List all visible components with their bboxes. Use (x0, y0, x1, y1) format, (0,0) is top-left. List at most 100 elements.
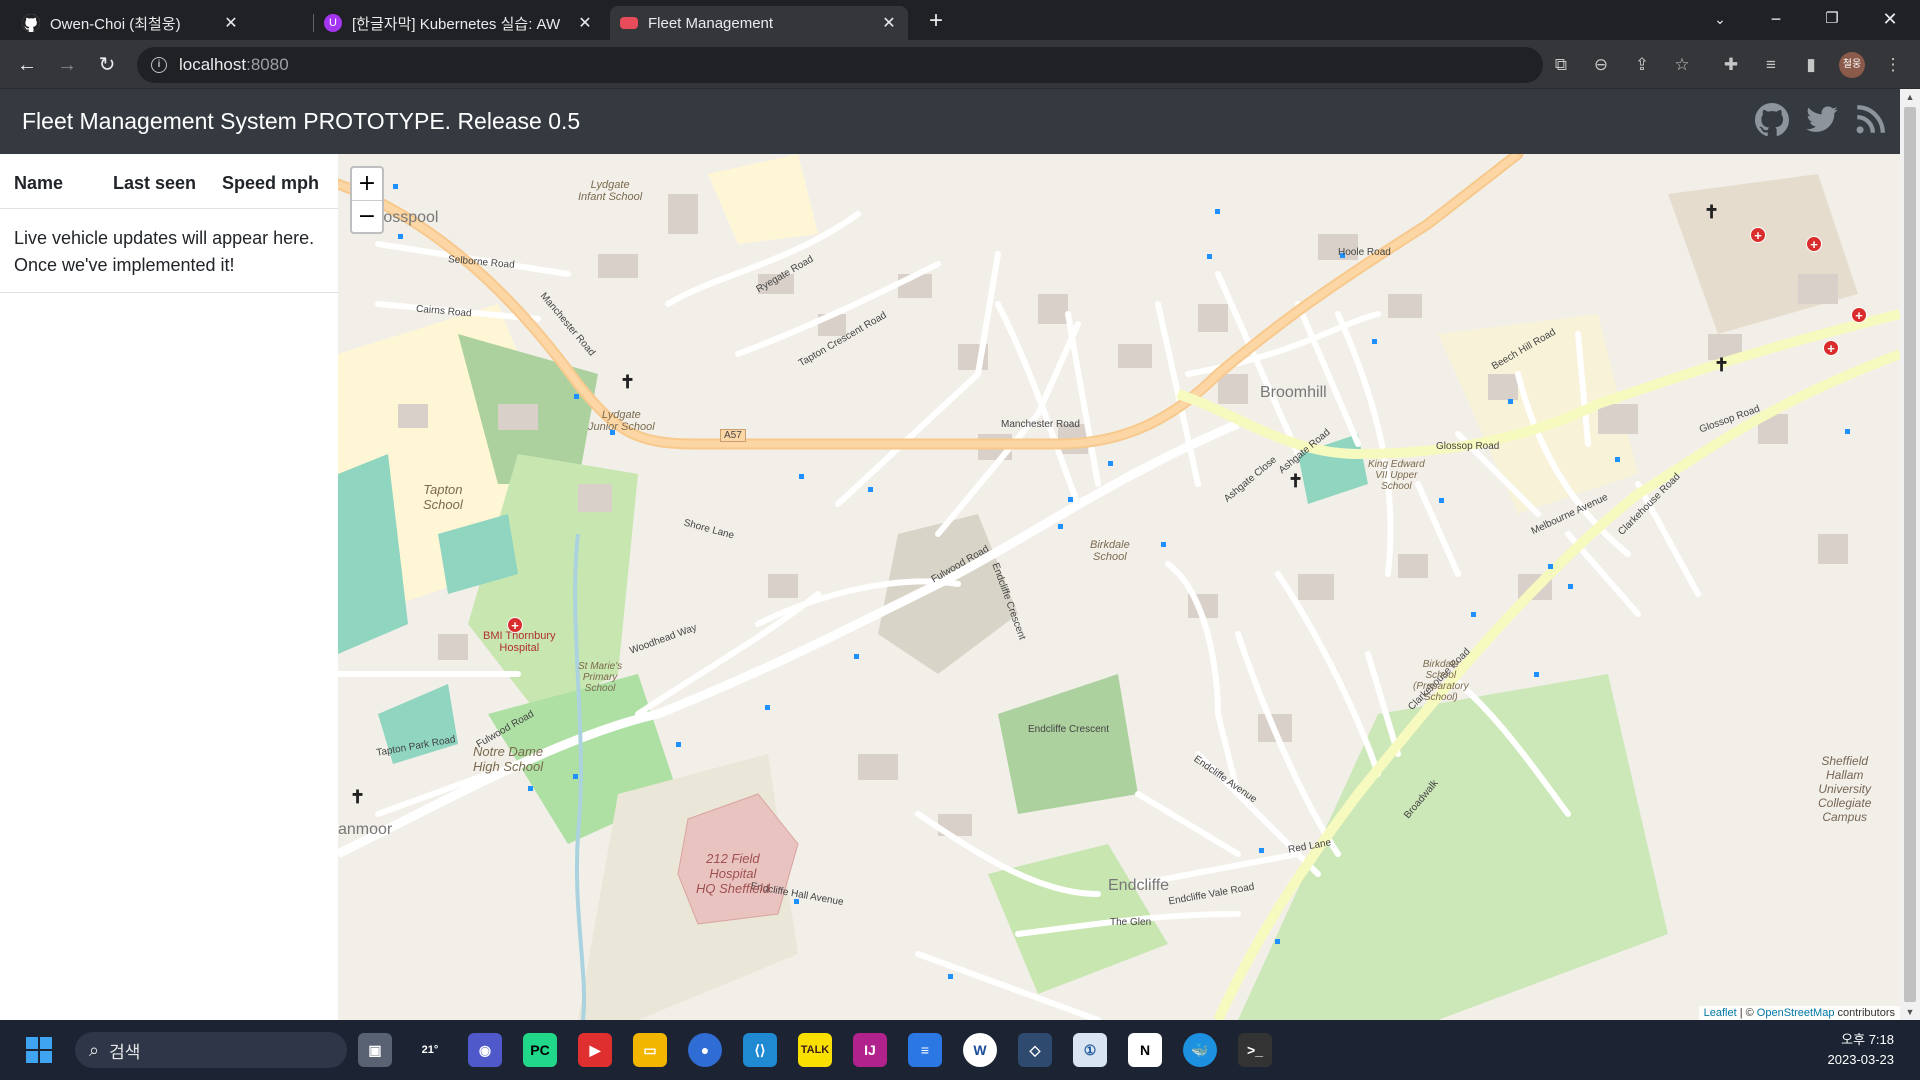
map-label-ranmoor: anmoor (338, 821, 393, 838)
map-label-tapton-school: Tapton School (423, 482, 463, 512)
column-header-last-seen: Last seen (113, 173, 197, 193)
leaflet-link[interactable]: Leaflet (1704, 1007, 1737, 1019)
extensions-icon[interactable]: ✚ (1718, 52, 1744, 78)
map-container[interactable]: rosspool anmoor Broomhill Endcliffe Manc… (338, 154, 1900, 1020)
page-scrollbar[interactable]: ▲ ▼ (1900, 89, 1920, 1020)
close-icon[interactable]: ✕ (222, 13, 240, 33)
windows-start-icon[interactable] (22, 1033, 56, 1067)
tab-github[interactable]: Owen-Choi (최철웅) ✕ (12, 6, 250, 40)
hospital-icon: + (1750, 227, 1766, 243)
close-icon[interactable]: ✕ (880, 13, 898, 33)
docker-icon[interactable]: 🐳 (1183, 1033, 1217, 1067)
chrome-menu-icon[interactable]: ⋮ (1880, 52, 1906, 78)
rss-icon[interactable] (1853, 103, 1887, 137)
calendar-icon[interactable]: ① (1073, 1033, 1107, 1067)
map-label-birkdale-prep: Birkdale School (Preparatory School) (1413, 659, 1469, 703)
profile-avatar[interactable]: 철웅 (1839, 52, 1865, 78)
notion-icon[interactable]: N (1128, 1033, 1162, 1067)
zoom-in-button[interactable]: + (352, 168, 382, 201)
system-clock[interactable]: 오후 7:18 2023-03-23 (1828, 1030, 1895, 1070)
table-bottom-divider (0, 292, 338, 293)
file-explorer-icon[interactable]: ▭ (633, 1033, 667, 1067)
word-icon[interactable]: W (963, 1033, 997, 1067)
app-header: Fleet Management System PROTOTYPE. Relea… (0, 89, 1900, 154)
map-label-birkdale-school: Birkdale School (1090, 539, 1130, 563)
site-info-icon[interactable]: i (151, 57, 167, 73)
hospital-icon: + (1806, 236, 1822, 252)
tab-search-icon[interactable]: ⌄ (1692, 0, 1748, 40)
map-label-lydgate-junior: Lydgate Junior School (588, 409, 655, 433)
attribution-contributors: contributors (1837, 1007, 1895, 1019)
reload-icon[interactable]: ↻ (92, 50, 122, 80)
scroll-down-icon[interactable]: ▼ (1900, 1007, 1920, 1017)
page-viewport: Fleet Management System PROTOTYPE. Relea… (0, 89, 1920, 1020)
translate-icon[interactable]: ⧉ (1548, 52, 1574, 78)
chrome-icon[interactable]: ● (688, 1033, 722, 1067)
taskbar-search-box[interactable]: ⌕ 검색 (75, 1032, 347, 1068)
vscode-icon[interactable]: ⟨⟩ (743, 1033, 777, 1067)
forward-icon[interactable]: → (52, 50, 82, 80)
hospital-icon: + (1851, 307, 1867, 323)
church-icon: ✝ (620, 372, 636, 392)
browser-toolbar: ← → ↻ i localhost :8080 ⧉ ⊖ ⇪ ☆ ✚ ≡ ▮ 철웅… (0, 40, 1920, 89)
tab-kubernetes[interactable]: U [한글자막] Kubernetes 실습: AW ✕ (314, 6, 604, 40)
osm-link[interactable]: OpenStreetMap (1757, 1007, 1835, 1019)
url-port: :8080 (246, 55, 289, 74)
notepad-icon[interactable]: ≡ (908, 1033, 942, 1067)
side-panel-icon[interactable]: ▮ (1798, 52, 1824, 78)
back-icon[interactable]: ← (12, 50, 42, 80)
teams-icon[interactable]: ◉ (468, 1033, 502, 1067)
weather-widget-icon[interactable]: 21° (413, 1033, 447, 1067)
column-header-speed: Speed mph (222, 173, 320, 193)
close-icon[interactable]: ✕ (576, 13, 594, 33)
church-icon: ✝ (1704, 202, 1720, 222)
zoom-out-button[interactable]: − (352, 201, 382, 234)
taskbar-search-label: 검색 (109, 1042, 141, 1062)
map-label-notre-dame: Notre Dame High School (473, 744, 544, 774)
map-label-endcliffe-crescent: Endcliffe Crescent (1028, 724, 1109, 735)
clock-date: 2023-03-23 (1827, 1052, 1895, 1067)
github-icon[interactable] (1755, 103, 1789, 137)
weather-temp: 21° (421, 1044, 439, 1056)
restore-icon[interactable]: ❐ (1804, 0, 1860, 40)
clock-time: 오후 7:18 (1841, 1032, 1894, 1047)
tab-title: Fleet Management (648, 14, 774, 32)
tab-fleet-management[interactable]: Fleet Management ✕ (610, 6, 908, 40)
github-icon (22, 14, 40, 32)
map-zoom-control: + − (350, 166, 384, 234)
minimize-icon[interactable]: − (1748, 0, 1804, 40)
table-header-divider (0, 208, 338, 209)
church-icon: ✝ (350, 787, 366, 807)
hospital-icon: + (1823, 340, 1839, 356)
terminal-icon[interactable]: >_ (1238, 1033, 1272, 1067)
intellij-icon[interactable]: IJ (853, 1033, 887, 1067)
media-player-icon[interactable]: ▶ (578, 1033, 612, 1067)
map-label-broomhill: Broomhill (1260, 384, 1327, 401)
udemy-icon: U (324, 14, 342, 32)
new-tab-button[interactable]: + (922, 8, 950, 36)
pycharm-icon[interactable]: PC (523, 1033, 557, 1067)
scrollbar-thumb[interactable] (1904, 107, 1916, 1002)
window-close-icon[interactable]: ✕ (1862, 0, 1918, 40)
kakaotalk-icon[interactable]: TALK (798, 1033, 832, 1067)
attribution-separator: | © (1739, 1007, 1757, 1019)
scroll-up-icon[interactable]: ▲ (1900, 92, 1920, 102)
map-attribution: Leaflet | © OpenStreetMap contributors (1698, 1006, 1900, 1020)
twitter-icon[interactable] (1805, 103, 1839, 137)
map-label-manchester-road: Manchester Road (1001, 419, 1080, 430)
map-label-the-glen: The Glen (1110, 917, 1152, 928)
workbench-icon[interactable]: ◇ (1018, 1033, 1052, 1067)
media-control-icon[interactable]: ≡ (1758, 52, 1784, 78)
task-view-icon[interactable]: ▣ (358, 1033, 392, 1067)
address-bar[interactable]: i localhost :8080 (137, 47, 1543, 83)
hospital-icon: + (507, 617, 523, 633)
zoom-icon[interactable]: ⊖ (1588, 52, 1614, 78)
church-icon: ✝ (1288, 471, 1304, 491)
share-icon[interactable]: ⇪ (1629, 52, 1655, 78)
map-label-endcliffe: Endcliffe (1108, 877, 1170, 894)
search-icon: ⌕ (89, 1039, 100, 1060)
map-label-a57: A57 (720, 429, 746, 442)
tab-title: [한글자막] Kubernetes 실습: AW (352, 15, 561, 33)
bookmark-star-icon[interactable]: ☆ (1669, 52, 1695, 78)
map-label-bmi-hospital: BMI Thornbury Hospital (483, 630, 556, 654)
